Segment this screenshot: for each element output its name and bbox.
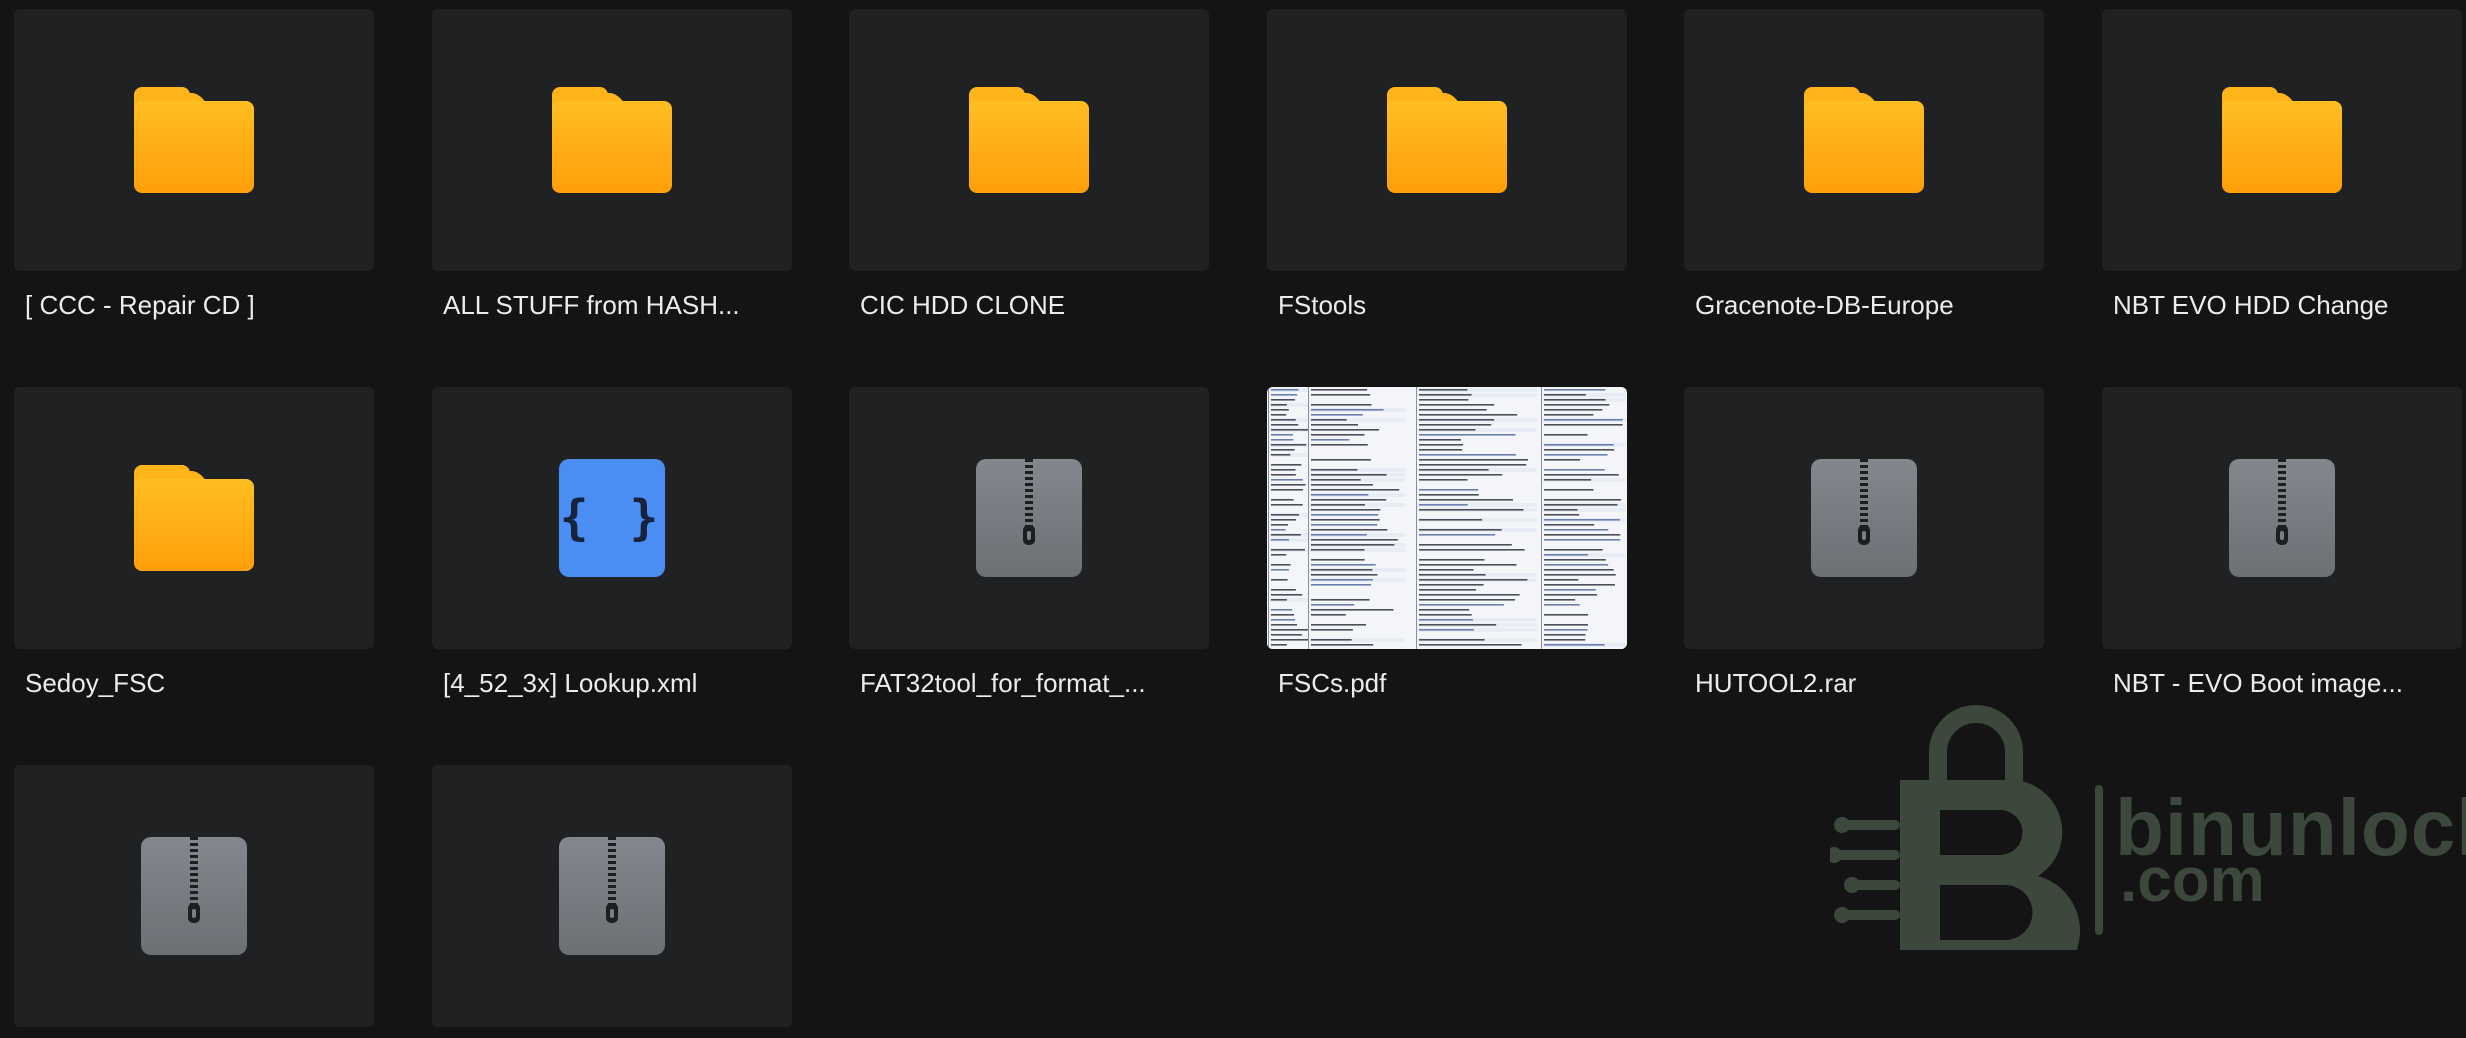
file-name: FStools [1278, 290, 1367, 320]
file-thumbnail[interactable] [432, 9, 792, 271]
file-name: HUTOOL2.rar [1695, 668, 1857, 698]
archive-icon [559, 837, 665, 955]
lock-logo-icon [1830, 705, 2103, 950]
file-name: NBT EVO HDD Change [2113, 290, 2389, 320]
file-thumbnail[interactable] [849, 9, 1209, 271]
file-thumbnail[interactable] [14, 9, 374, 271]
file-thumbnail[interactable] [1684, 387, 2044, 649]
file-grid: [ CCC - Repair CD ] ALL STUFF from HASH.… [0, 0, 2466, 1038]
file-name: Sedoy_FSC [25, 668, 166, 698]
file-thumbnail[interactable]: { } [432, 387, 792, 649]
archive-icon [141, 837, 247, 955]
file-thumbnail[interactable] [1267, 9, 1627, 271]
file-name: [4_52_3x] Lookup.xml [443, 668, 698, 698]
file-name: FSCs.pdf [1278, 668, 1387, 698]
file-name: Gracenote-DB-Europe [1695, 290, 1954, 320]
folder-icon [1387, 87, 1507, 193]
file-name: [ CCC - Repair CD ] [25, 290, 255, 320]
archive-icon [2229, 459, 2335, 577]
file-thumbnail[interactable] [1684, 9, 2044, 271]
archive-icon [976, 459, 1082, 577]
file-name: ALL STUFF from HASH... [443, 290, 740, 320]
file-name: CIC HDD CLONE [860, 290, 1066, 320]
file-name: FAT32tool_for_format_... [860, 668, 1146, 698]
watermark-domain: .com [2120, 846, 2265, 915]
folder-icon [552, 87, 672, 193]
xml-file-icon: { } [559, 459, 665, 577]
file-thumbnail[interactable] [1267, 387, 1627, 649]
file-thumbnail[interactable] [14, 765, 374, 1027]
file-thumbnail[interactable] [849, 387, 1209, 649]
file-thumbnail[interactable] [2102, 387, 2462, 649]
file-thumbnail[interactable] [432, 765, 792, 1027]
folder-icon [969, 87, 1089, 193]
watermark-logo: binunlock .com [1830, 700, 2466, 950]
folder-icon [1804, 87, 1924, 193]
pdf-preview-image [1267, 387, 1627, 649]
archive-icon [1811, 459, 1917, 577]
file-thumbnail[interactable] [2102, 9, 2462, 271]
folder-icon [134, 87, 254, 193]
folder-icon [2222, 87, 2342, 193]
file-name: NBT - EVO Boot image... [2113, 668, 2403, 698]
file-thumbnail[interactable] [14, 387, 374, 649]
folder-icon [134, 465, 254, 571]
